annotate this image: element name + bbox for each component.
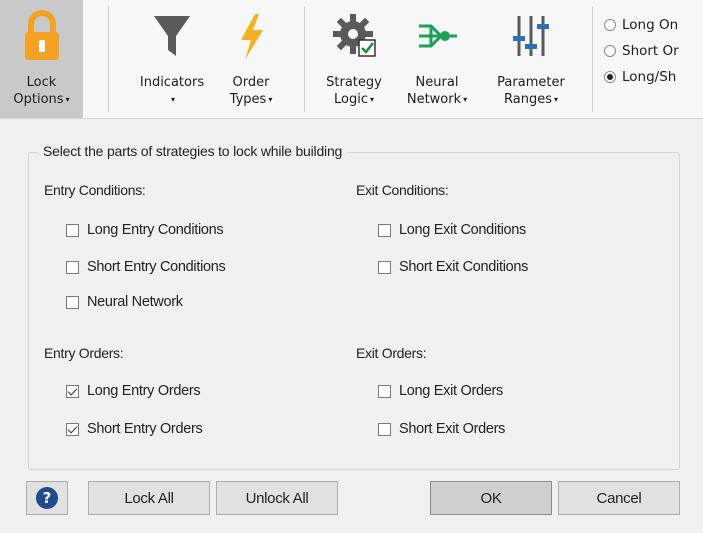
checkbox-box-checked [66, 422, 79, 436]
lock-icon [22, 10, 62, 67]
chevron-down-icon: ▾ [463, 95, 468, 104]
exit-orders-header: Exit Orders: [356, 345, 427, 361]
checkbox-short-exit-orders[interactable]: Short Exit Orders [378, 421, 505, 437]
ribbon-separator [304, 6, 305, 112]
chevron-down-icon: ▾ [553, 95, 558, 104]
parameter-ranges-button[interactable]: Parameter Ranges ▾ [482, 0, 580, 118]
radio-indicator [604, 71, 616, 83]
toolbar-ribbon: Lock Options ▾ Indicators ▾ Order Types ▾ [0, 0, 703, 119]
checkbox-long-entry-orders[interactable]: Long Entry Orders [66, 383, 201, 399]
lock-all-button[interactable]: Lock All [88, 481, 210, 515]
entry-conditions-header: Entry Conditions: [44, 182, 146, 198]
order-types-label: Order Types ▾ [229, 75, 273, 107]
radio-indicator [604, 19, 616, 31]
direction-radio-group: Long On Short Or Long/Sh [604, 12, 679, 90]
ok-button[interactable]: OK [430, 481, 552, 515]
checkbox-short-entry-conditions[interactable]: Short Entry Conditions [66, 259, 226, 275]
exit-conditions-header: Exit Conditions: [356, 182, 449, 198]
gear-check-icon [331, 10, 377, 67]
strategy-logic-label: Strategy Logic ▾ [326, 75, 382, 107]
checkbox-short-exit-conditions[interactable]: Short Exit Conditions [378, 259, 528, 275]
chevron-down-icon: ▾ [369, 95, 374, 104]
unlock-all-button[interactable]: Unlock All [216, 481, 338, 515]
checkbox-long-exit-conditions[interactable]: Long Exit Conditions [378, 222, 526, 238]
indicators-label: Indicators ▾ [139, 75, 205, 104]
order-types-button[interactable]: Order Types ▾ [216, 0, 286, 118]
checkbox-short-entry-orders[interactable]: Short Entry Orders [66, 421, 203, 437]
checkbox-box [378, 422, 391, 436]
strategy-logic-button[interactable]: Strategy Logic ▾ [314, 0, 394, 118]
radio-long-short[interactable]: Long/Sh [604, 64, 679, 90]
chevron-down-icon: ▾ [170, 95, 175, 104]
help-button[interactable]: ? [26, 481, 68, 515]
lock-options-label: Lock Options ▾ [13, 75, 70, 107]
checkbox-box [66, 223, 79, 237]
ribbon-separator [592, 6, 593, 112]
neural-network-button[interactable]: Neural Network ▾ [394, 0, 480, 118]
lightning-icon [231, 10, 271, 67]
checkbox-long-entry-conditions[interactable]: Long Entry Conditions [66, 222, 224, 238]
group-title: Select the parts of strategies to lock w… [38, 143, 348, 159]
cancel-button[interactable]: Cancel [558, 481, 680, 515]
checkbox-box [66, 260, 79, 274]
checkbox-box-checked [66, 384, 79, 398]
checkbox-neural-network[interactable]: Neural Network [66, 294, 183, 310]
radio-short-only[interactable]: Short Or [604, 38, 679, 64]
checkbox-box [378, 384, 391, 398]
neural-network-icon [415, 10, 459, 67]
entry-orders-header: Entry Orders: [44, 345, 124, 361]
checkbox-box [378, 260, 391, 274]
radio-long-only[interactable]: Long On [604, 12, 679, 38]
filter-icon [152, 10, 192, 67]
lock-options-button[interactable]: Lock Options ▾ [0, 0, 83, 118]
chevron-down-icon: ▾ [65, 95, 70, 104]
help-icon: ? [36, 487, 58, 509]
radio-indicator [604, 45, 616, 57]
checkbox-box [66, 295, 79, 309]
ribbon-separator [108, 6, 109, 112]
chevron-down-icon: ▾ [268, 95, 273, 104]
checkbox-box [378, 223, 391, 237]
indicators-button[interactable]: Indicators ▾ [128, 0, 216, 118]
checkbox-long-exit-orders[interactable]: Long Exit Orders [378, 383, 503, 399]
sliders-icon [511, 10, 551, 67]
parameter-ranges-label: Parameter Ranges ▾ [497, 75, 565, 107]
neural-network-label: Neural Network ▾ [406, 75, 468, 107]
